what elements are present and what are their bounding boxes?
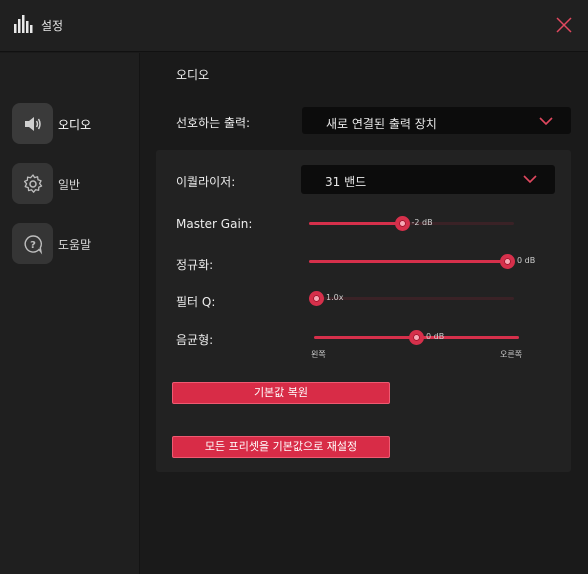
close-icon[interactable]: [554, 15, 574, 35]
normalize-label: 정규화:: [176, 258, 214, 272]
balance-right-label: 오른쪽: [500, 350, 523, 359]
preferred-output-label: 선호하는 출력:: [176, 116, 251, 130]
slider-value: -2 dB: [411, 218, 433, 227]
slider-value: 0 dB: [426, 332, 445, 341]
filter-q-label: 필터 Q:: [176, 295, 216, 309]
equalizer-label: 이퀄라이저:: [176, 175, 236, 189]
sidebar: 오디오 일반 ? 도움말: [0, 53, 140, 574]
svg-text:?: ?: [30, 240, 36, 251]
gear-icon: [12, 163, 53, 204]
sidebar-item-audio[interactable]: 오디오: [12, 103, 132, 145]
sidebar-item-general[interactable]: 일반: [12, 163, 132, 205]
slider-fill: [309, 260, 508, 263]
balance-slider[interactable]: 0 dB: [314, 327, 519, 347]
equalizer-panel: 이퀄라이저: 31 밴드 Master Gain: -2 dB 정규화: 0 d…: [156, 150, 571, 472]
speaker-icon: [12, 103, 53, 144]
balance-label: 음균형:: [176, 333, 214, 347]
slider-thumb[interactable]: [394, 216, 410, 231]
slider-value: 1.0x: [326, 293, 344, 302]
help-icon: ?: [12, 223, 53, 264]
sidebar-item-help[interactable]: ? 도움말: [12, 223, 132, 265]
master-gain-slider[interactable]: -2 dB: [309, 213, 514, 233]
slider-fill: [309, 222, 402, 225]
normalize-slider[interactable]: 0 dB: [309, 251, 535, 271]
audio-settings-panel: 오디오 선호하는 출력: 새로 연결된 출력 장치 이퀄라이저: 31 밴드 M…: [141, 53, 588, 574]
master-gain-label: Master Gain:: [176, 217, 253, 231]
equalizer-dropdown[interactable]: 31 밴드: [301, 165, 555, 194]
slider-thumb[interactable]: [500, 254, 515, 269]
preferred-output-value: 새로 연결된 출력 장치: [326, 117, 437, 131]
preferred-output-dropdown[interactable]: 새로 연결된 출력 장치: [302, 107, 571, 134]
equalizer-bars-icon: [14, 15, 33, 33]
slider-thumb[interactable]: [309, 291, 324, 306]
sidebar-item-label: 일반: [58, 178, 81, 192]
sidebar-item-label: 도움말: [58, 238, 92, 252]
slider-thumb[interactable]: [409, 330, 424, 345]
section-title: 오디오: [176, 68, 210, 82]
filter-q-slider[interactable]: 1.0x: [309, 288, 514, 308]
balance-left-label: 왼쪽: [311, 350, 326, 359]
slider-value: 0 dB: [517, 256, 536, 265]
chevron-down-icon: [523, 175, 537, 184]
restore-defaults-button[interactable]: 기본값 복원: [172, 382, 390, 404]
equalizer-value: 31 밴드: [325, 175, 367, 189]
window-title: 설정: [41, 19, 64, 33]
sidebar-item-label: 오디오: [58, 118, 92, 132]
title-bar: 설정: [0, 0, 588, 52]
chevron-down-icon: [539, 117, 553, 126]
reset-all-presets-button[interactable]: 모든 프리셋을 기본값으로 재설정: [172, 436, 390, 458]
